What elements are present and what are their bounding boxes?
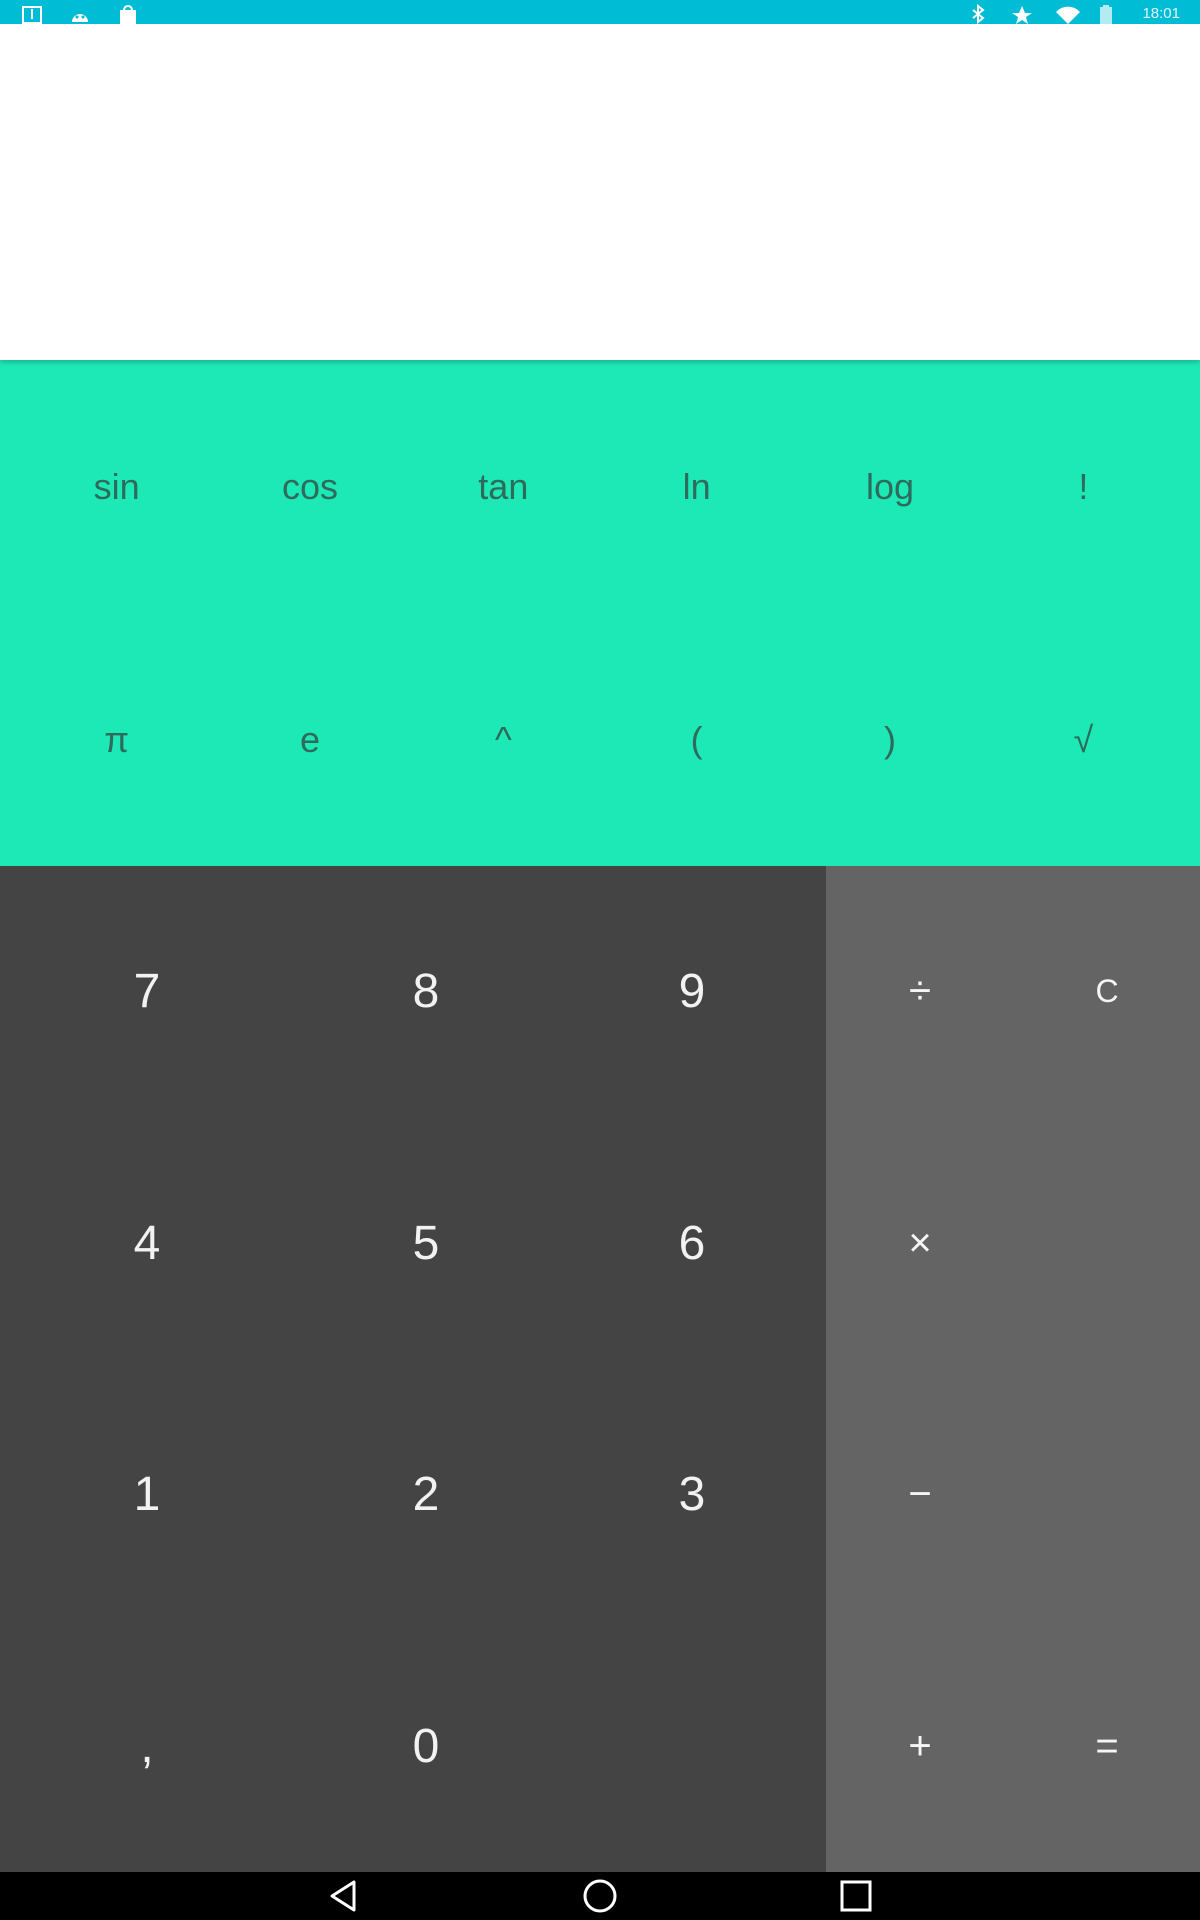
power-button[interactable]: ^ (407, 613, 600, 866)
digit-7-button[interactable]: 7 (0, 866, 294, 1118)
wifi-icon (1054, 4, 1082, 24)
calculator-display[interactable] (0, 24, 1200, 360)
op-spacer-1 (1014, 1118, 1200, 1370)
log-button[interactable]: log (793, 360, 986, 613)
digit-0-button[interactable]: 0 (294, 1621, 558, 1873)
divide-button[interactable]: ÷ (826, 866, 1014, 1118)
empty-key (558, 1621, 826, 1873)
status-bar: 18:01 (0, 0, 1200, 24)
right-paren-button[interactable]: ) (793, 613, 986, 866)
decimal-button[interactable]: , (0, 1621, 294, 1873)
recents-icon[interactable] (836, 1878, 876, 1914)
battery-icon (1098, 4, 1126, 24)
multiply-button[interactable]: × (826, 1118, 1014, 1370)
factorial-button[interactable]: ! (987, 360, 1180, 613)
digit-6-button[interactable]: 6 (558, 1118, 826, 1370)
digit-1-button[interactable]: 1 (0, 1369, 294, 1621)
subtract-button[interactable]: − (826, 1369, 1014, 1621)
e-button[interactable]: e (213, 613, 406, 866)
left-paren-button[interactable]: ( (600, 613, 793, 866)
screenshot-icon (20, 4, 48, 24)
op-spacer-2 (1014, 1369, 1200, 1621)
home-icon[interactable] (580, 1878, 620, 1914)
operator-pad: ÷ C × − + = (826, 866, 1200, 1872)
status-clock: 18:01 (1142, 5, 1180, 22)
digit-3-button[interactable]: 3 (558, 1369, 826, 1621)
digit-2-button[interactable]: 2 (294, 1369, 558, 1621)
sin-button[interactable]: sin (20, 360, 213, 613)
digit-5-button[interactable]: 5 (294, 1118, 558, 1370)
clear-button[interactable]: C (1014, 866, 1200, 1118)
ln-button[interactable]: ln (600, 360, 793, 613)
advanced-panel: sin cos tan ln log ! π e ^ ( ) √ (0, 360, 1200, 866)
digit-4-button[interactable]: 4 (0, 1118, 294, 1370)
android-icon (68, 4, 96, 24)
status-right-icons: 18:01 (966, 3, 1180, 24)
tan-button[interactable]: tan (407, 360, 600, 613)
add-button[interactable]: + (826, 1621, 1014, 1873)
numeric-pad: 7 8 9 4 5 6 1 2 3 , 0 (0, 866, 826, 1872)
cos-button[interactable]: cos (213, 360, 406, 613)
bluetooth-icon (966, 3, 994, 24)
navigation-bar (0, 1872, 1200, 1920)
shopping-bag-icon (116, 4, 144, 24)
status-left-icons (20, 4, 144, 24)
back-icon[interactable] (324, 1878, 364, 1914)
equals-button[interactable]: = (1014, 1621, 1200, 1873)
digit-9-button[interactable]: 9 (558, 866, 826, 1118)
pi-button[interactable]: π (20, 613, 213, 866)
star-icon (1010, 4, 1038, 24)
digit-8-button[interactable]: 8 (294, 866, 558, 1118)
sqrt-button[interactable]: √ (987, 613, 1180, 866)
